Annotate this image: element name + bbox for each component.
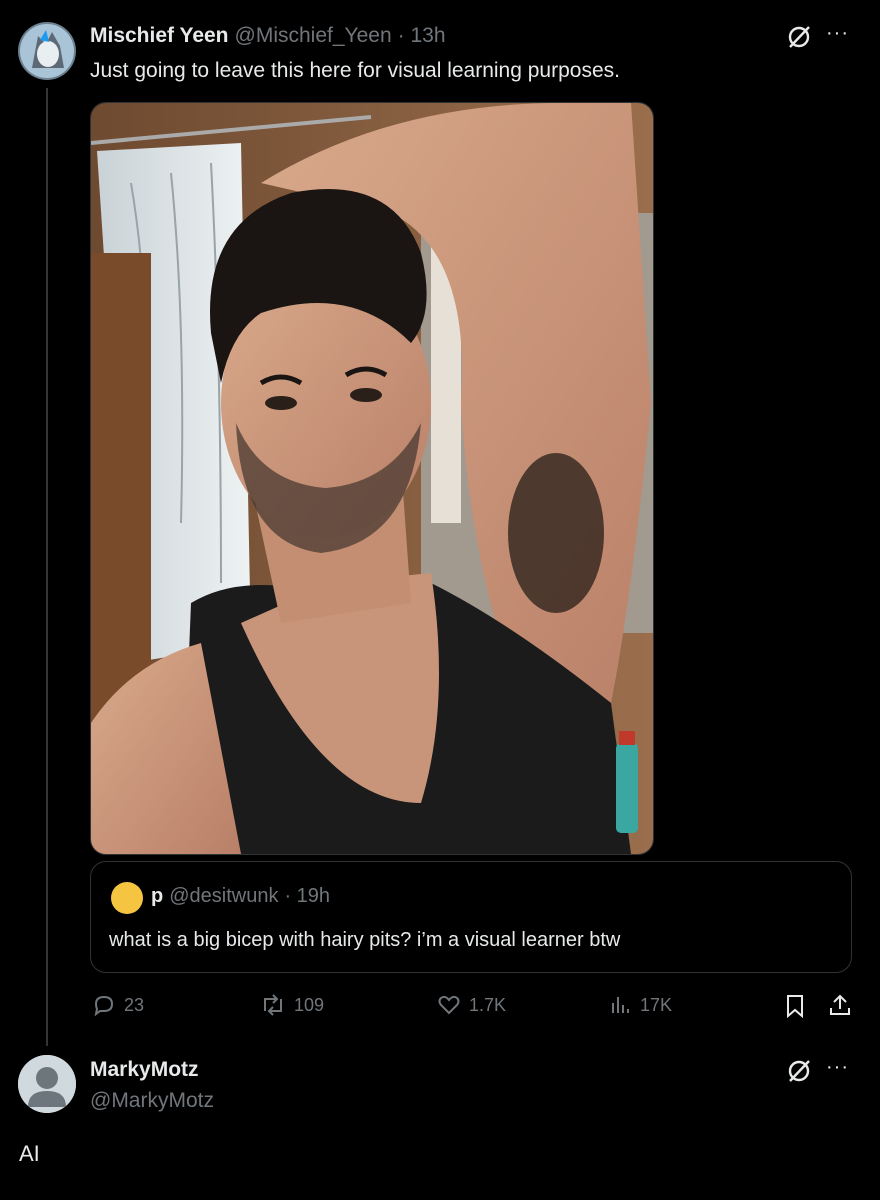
author-name[interactable]: Mischief Yeen bbox=[90, 24, 229, 48]
views-button[interactable]: 17K bbox=[608, 993, 672, 1017]
quoted-author-handle[interactable]: @desitwunk bbox=[169, 885, 278, 908]
more-options-button[interactable]: ··· bbox=[826, 22, 849, 45]
tweet-photo[interactable] bbox=[90, 102, 654, 855]
share-icon bbox=[830, 994, 850, 1015]
share-button[interactable] bbox=[828, 993, 852, 1022]
quoted-author-avatar[interactable] bbox=[111, 882, 143, 914]
grok-icon[interactable] bbox=[786, 24, 812, 55]
quoted-tweet-header: p @desitwunk · 19h bbox=[151, 885, 330, 908]
reply-more-options-button[interactable]: ··· bbox=[826, 1056, 849, 1079]
reply-text: AI bbox=[19, 1141, 40, 1166]
quoted-tweet-text: what is a big bicep with hairy pits? i’m… bbox=[109, 929, 621, 951]
reply-icon bbox=[94, 995, 114, 1017]
thread-line bbox=[46, 88, 48, 1046]
like-button[interactable]: 1.7K bbox=[437, 993, 506, 1017]
author-handle[interactable]: @Mischief_Yeen bbox=[235, 24, 392, 48]
heart-icon bbox=[438, 995, 460, 1015]
like-count: 1.7K bbox=[469, 994, 507, 1015]
repost-icon bbox=[264, 994, 282, 1016]
quoted-author-name[interactable]: p bbox=[151, 885, 163, 908]
bookmark-icon bbox=[787, 995, 803, 1019]
reply-author-handle[interactable]: @MarkyMotz bbox=[90, 1089, 214, 1113]
tweet-time[interactable]: · 13h bbox=[398, 24, 446, 48]
reply-author-name[interactable]: MarkyMotz bbox=[90, 1058, 199, 1082]
quoted-tweet-time: · 19h bbox=[284, 885, 331, 907]
reply-button[interactable]: 23 bbox=[92, 993, 144, 1017]
author-avatar[interactable] bbox=[18, 22, 76, 80]
tweet-text: Just going to leave this here for visual… bbox=[90, 59, 620, 82]
reply-count: 23 bbox=[124, 994, 145, 1015]
repost-count: 109 bbox=[294, 994, 325, 1015]
reply-grok-icon[interactable] bbox=[786, 1058, 812, 1089]
bookmark-button[interactable] bbox=[784, 994, 806, 1023]
reply-author-avatar[interactable] bbox=[18, 1055, 76, 1113]
views-count: 17K bbox=[640, 994, 673, 1015]
repost-button[interactable]: 109 bbox=[260, 993, 324, 1017]
views-icon bbox=[612, 997, 629, 1013]
quoted-tweet[interactable]: p @desitwunk · 19h what is a big bicep w… bbox=[90, 861, 852, 973]
tweet-header: Mischief Yeen @Mischief_Yeen · 13h bbox=[90, 24, 446, 48]
